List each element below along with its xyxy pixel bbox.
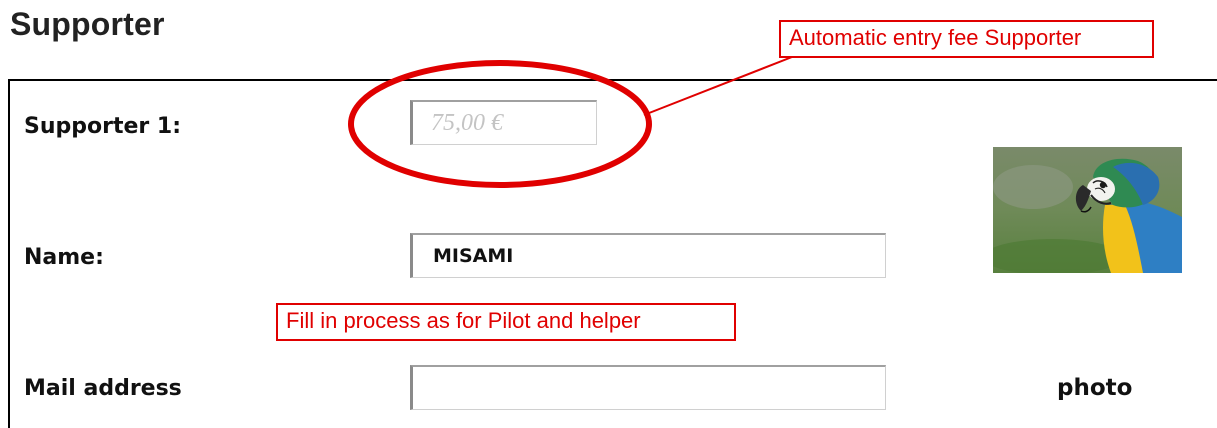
supporter1-fee-field: 75,00 € bbox=[410, 100, 597, 145]
fee-annotation: Automatic entry fee Supporter bbox=[779, 20, 1154, 58]
mail-address-label: Mail address bbox=[24, 376, 182, 401]
supporter-photo[interactable] bbox=[993, 147, 1182, 273]
photo-label: photo bbox=[1057, 375, 1133, 401]
name-input[interactable]: MISAMI bbox=[410, 233, 886, 278]
name-input-value: MISAMI bbox=[433, 245, 514, 267]
fill-process-annotation: Fill in process as for Pilot and helper bbox=[276, 303, 736, 341]
parrot-image bbox=[993, 147, 1182, 273]
supporter1-fee-value: 75,00 € bbox=[431, 110, 503, 136]
supporter1-label: Supporter 1: bbox=[24, 114, 182, 139]
page-title: Supporter bbox=[10, 6, 165, 42]
name-label: Name: bbox=[24, 245, 104, 270]
mail-address-input[interactable] bbox=[410, 365, 886, 410]
